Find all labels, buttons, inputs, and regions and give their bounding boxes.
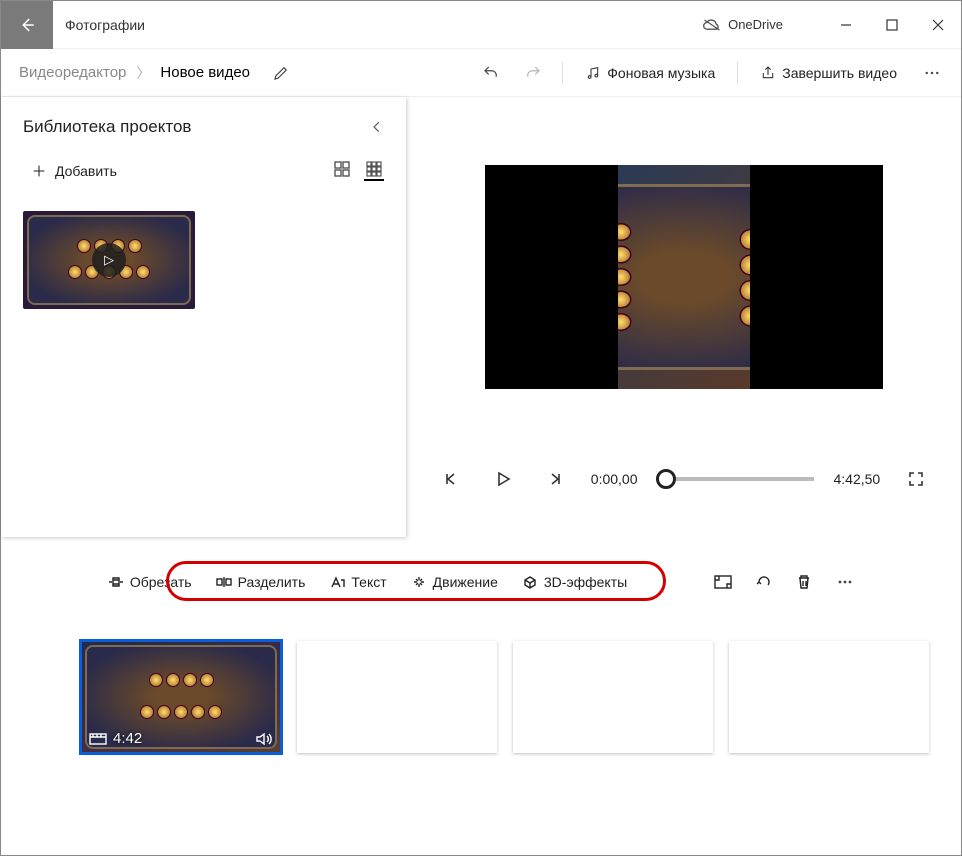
motion-button[interactable]: Движение [399,568,510,596]
main-area: Библиотека проектов Добавить ▷ [1,97,961,537]
clip-track: 4:42 [1,597,961,753]
aspect-button[interactable] [702,569,744,595]
bg-music-button[interactable]: Фоновая музыка [571,65,729,81]
prev-frame-button[interactable] [435,463,467,495]
plus-icon [31,163,47,179]
delete-button[interactable] [784,568,824,596]
separator [663,571,664,593]
player-controls: 0:00,00 4:42,50 [406,463,961,495]
play-button[interactable] [487,463,519,495]
trash-icon [796,574,812,590]
view-small-button[interactable] [364,161,384,181]
trim-button[interactable]: Обрезать [96,568,204,596]
rotate-button[interactable] [744,568,784,596]
storyboard-toolbar: Обрезать Разделить Текст Движение 3D-эфф… [1,567,961,597]
seek-thumb[interactable] [656,469,676,489]
text-button[interactable]: Текст [317,568,398,596]
clip-audio-icon[interactable] [255,731,273,747]
library-title: Библиотека проектов [23,117,191,137]
trim-icon [108,574,124,590]
app-title: Фотографии [65,17,145,33]
next-frame-button[interactable] [539,463,571,495]
view-large-button[interactable] [332,161,352,181]
seek-slider[interactable] [658,477,814,481]
3d-label: 3D-эффекты [544,574,627,590]
motion-icon [411,574,427,590]
grid-small-icon [366,161,382,177]
preview-panel: 0:00,00 4:42,50 [406,97,961,537]
cloud-off-icon [702,18,722,32]
breadcrumb-root[interactable]: Видеоредактор [9,64,136,81]
back-button[interactable] [1,1,53,49]
3d-effects-button[interactable]: 3D-эффекты [510,568,639,596]
library-media-item[interactable]: ▷ [23,211,195,309]
redo-button[interactable] [512,49,554,97]
onedrive-status[interactable]: OneDrive [702,17,783,32]
storyboard-empty-slot[interactable] [513,641,713,753]
collapse-library-button[interactable] [370,120,384,134]
chevron-right-icon: 〉 [136,63,150,83]
more-button[interactable] [911,49,953,97]
finish-video-label: Завершить видео [782,65,897,81]
rotate-icon [756,574,772,590]
motion-label: Движение [433,574,498,590]
add-label: Добавить [55,163,117,179]
more-icon [836,573,854,591]
music-icon [585,65,601,81]
play-overlay-icon: ▷ [92,243,126,277]
undo-button[interactable] [470,49,512,97]
separator [562,62,563,84]
storyboard-more-button[interactable] [824,567,866,597]
redo-icon [524,64,542,82]
fullscreen-button[interactable] [900,463,932,495]
clip-duration: 4:42 [113,730,142,747]
bg-music-label: Фоновая музыка [607,65,715,81]
text-icon [329,574,345,590]
maximize-button[interactable] [869,1,915,49]
storyboard-clip[interactable]: 4:42 [81,641,281,753]
rename-button[interactable] [260,49,302,97]
more-icon [923,64,941,82]
project-library-panel: Библиотека проектов Добавить ▷ [1,97,406,537]
add-media-button[interactable]: Добавить [23,159,125,183]
preview-viewport[interactable] [485,165,883,389]
storyboard-panel: Обрезать Разделить Текст Движение 3D-эфф… [1,555,961,855]
trim-label: Обрезать [130,574,192,590]
separator [737,62,738,84]
title-bar: Фотографии OneDrive [1,1,961,49]
finish-video-button[interactable]: Завершить видео [746,65,911,81]
chevron-left-icon [370,120,384,134]
3d-icon [522,574,538,590]
command-bar: Видеоредактор 〉 Новое видео Фоновая музы… [1,49,961,97]
close-button[interactable] [915,1,961,49]
duration-icon [89,732,107,746]
export-icon [760,65,776,81]
grid-large-icon [334,161,350,177]
split-label: Разделить [238,574,306,590]
current-time: 0:00,00 [591,471,638,487]
storyboard-empty-slot[interactable] [297,641,497,753]
minimize-button[interactable] [823,1,869,49]
onedrive-label: OneDrive [728,17,783,32]
undo-icon [482,64,500,82]
storyboard-empty-slot[interactable] [729,641,929,753]
total-time: 4:42,50 [834,471,881,487]
split-icon [216,574,232,590]
split-button[interactable]: Разделить [204,568,318,596]
aspect-icon [714,575,732,589]
text-label: Текст [351,574,386,590]
pencil-icon [272,64,290,82]
breadcrumb-current[interactable]: Новое видео [150,64,260,81]
